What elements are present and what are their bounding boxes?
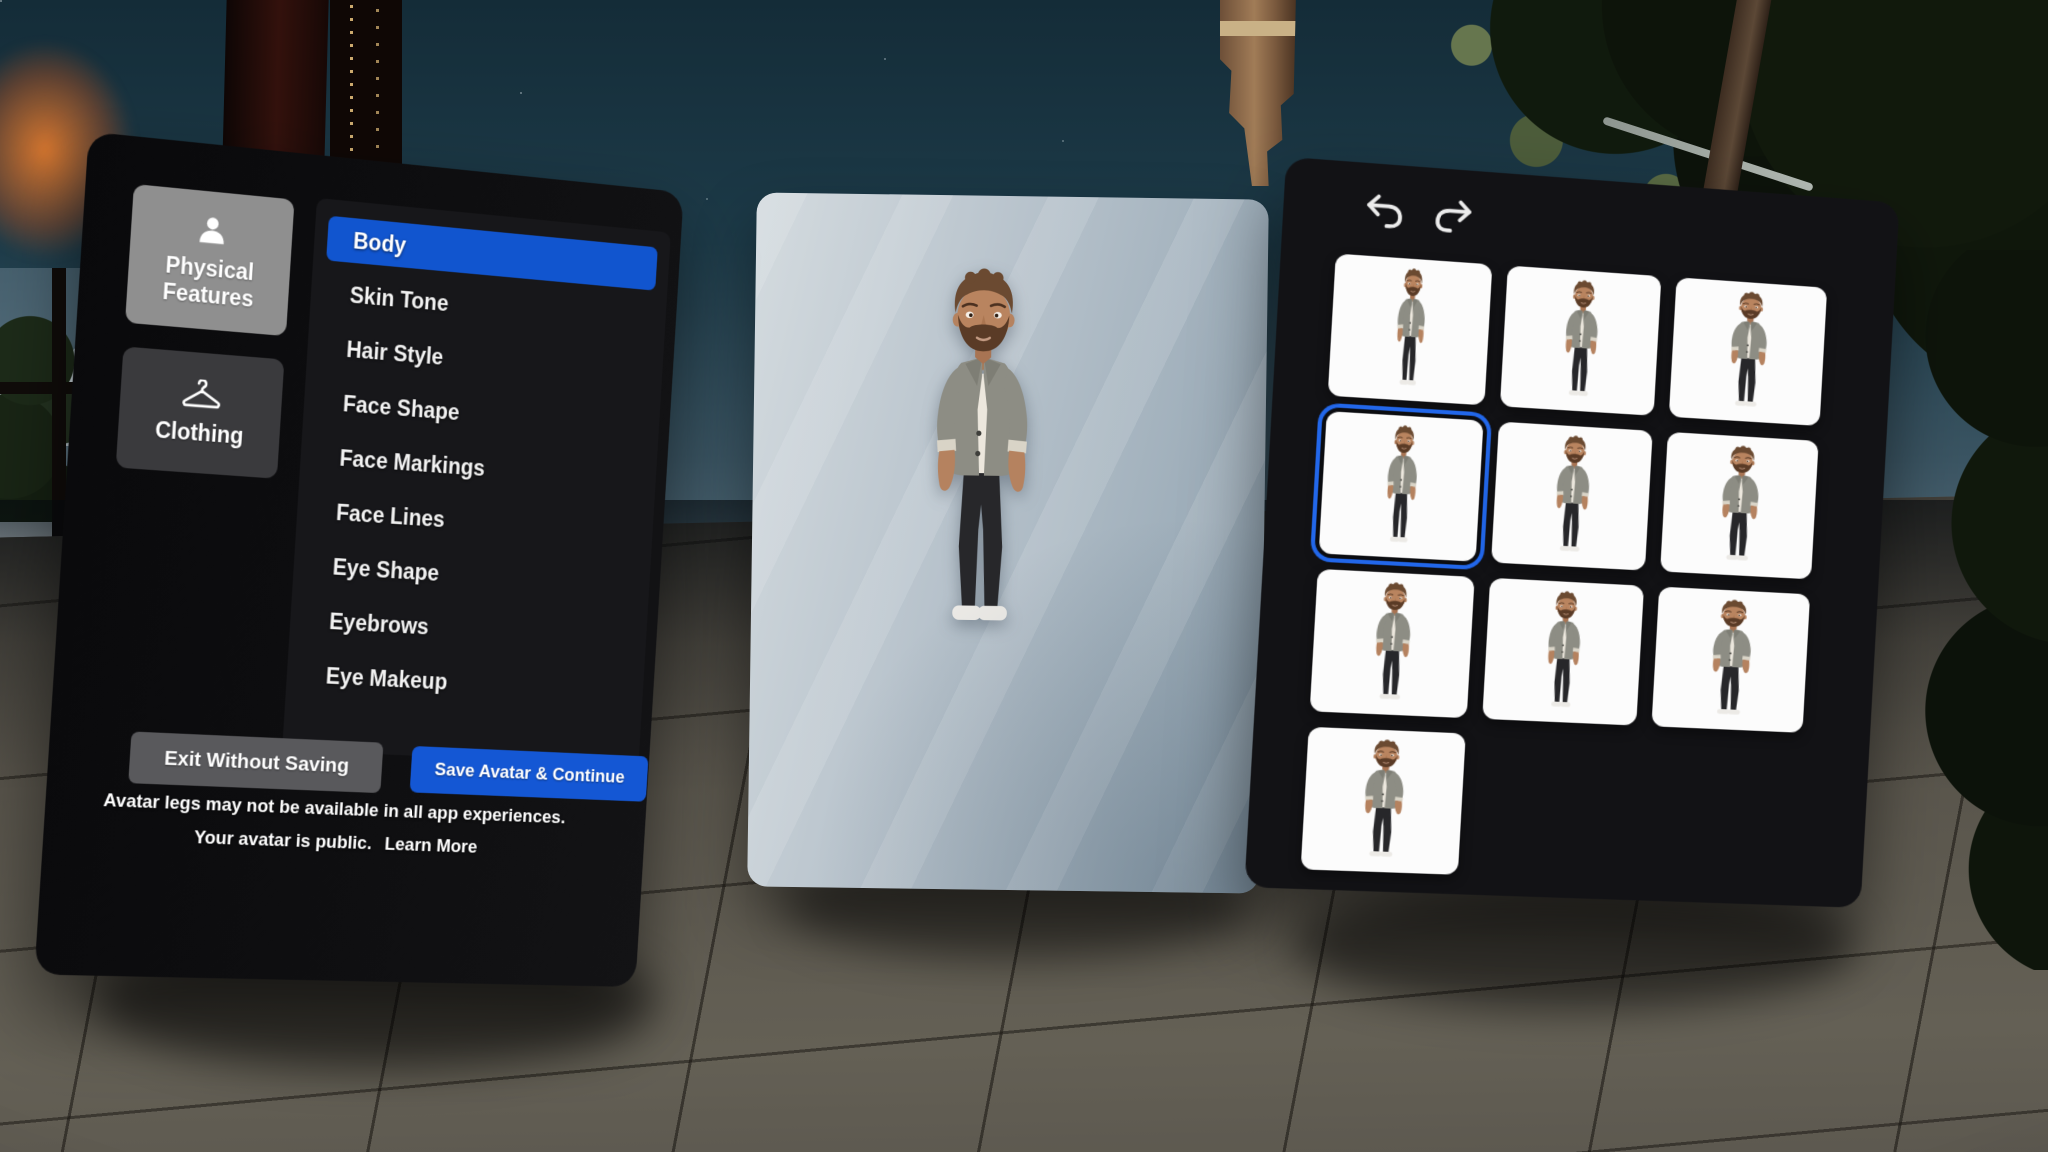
feature-menu: Body Skin Tone Hair Style Face Shape Fac… (282, 198, 671, 766)
body-option-thumbnail (1360, 581, 1425, 715)
body-option-thumbnail (1708, 444, 1770, 576)
body-option-thumbnail (1540, 434, 1603, 567)
body-option-thumbnail (1532, 590, 1595, 723)
menu-item-label: Eye Shape (332, 554, 440, 587)
avatar-figure (1550, 278, 1613, 404)
body-option-3[interactable] (1669, 277, 1827, 426)
stars (0, 0, 2, 2)
learn-more-link[interactable]: Learn More (384, 834, 478, 857)
body-option-thumbnail (1717, 290, 1779, 422)
body-options-grid (1245, 229, 1895, 889)
menu-item-label: Face Shape (342, 390, 460, 425)
redo-button[interactable] (1427, 192, 1480, 243)
avatar-preview-mirror (747, 192, 1269, 893)
tab-physical-features[interactable]: Physical Features (125, 184, 295, 336)
body-options-panel (1244, 157, 1899, 908)
body-option-thumbnail (1369, 423, 1433, 558)
undo-button[interactable] (1358, 187, 1411, 238)
vr-avatar-editor-scene: Physical Features Clothing Body Skin Ton… (0, 0, 2048, 1152)
tab-label: Physical Features (132, 249, 285, 314)
redo-icon (1432, 197, 1476, 236)
menu-item-label: Face Lines (335, 499, 445, 532)
avatar-figure (1532, 590, 1595, 715)
body-option-5[interactable] (1491, 422, 1653, 571)
body-option-thumbnail (1378, 266, 1442, 401)
avatar-figure (1700, 598, 1762, 722)
exit-without-saving-button[interactable]: Exit Without Saving (128, 731, 383, 793)
undo-icon (1363, 192, 1407, 231)
menu-item-label: Eyebrows (329, 608, 430, 640)
tab-clothing[interactable]: Clothing (116, 346, 285, 478)
avatar-figure (1351, 738, 1415, 864)
editor-categories-panel: Physical Features Clothing Body Skin Ton… (34, 132, 683, 987)
menu-item-label: Skin Tone (349, 282, 449, 317)
tab-label: Clothing (154, 417, 244, 450)
body-option-1[interactable] (1328, 254, 1493, 406)
avatar-preview (895, 266, 1069, 640)
hanger-icon (181, 378, 223, 413)
body-option-2[interactable] (1500, 266, 1661, 416)
avatar-figure (1369, 423, 1433, 549)
tree-foliage (1868, 250, 2048, 970)
menu-item-label: Body (353, 227, 407, 258)
menu-item-eyebrows[interactable]: Eyebrows (302, 597, 635, 660)
person-icon (195, 212, 229, 248)
avatar-figure (1709, 444, 1771, 568)
body-option-8[interactable] (1482, 578, 1644, 726)
body-option-9[interactable] (1651, 587, 1810, 733)
avatar-public-text: Your avatar is public. (193, 828, 372, 855)
save-avatar-continue-button[interactable]: Save Avatar & Continue (410, 746, 649, 802)
body-option-7[interactable] (1310, 569, 1475, 718)
menu-item-label: Eye Makeup (325, 663, 448, 695)
menu-item-eye-makeup[interactable]: Eye Makeup (299, 652, 632, 713)
menu-item-eye-shape[interactable]: Eye Shape (305, 543, 638, 608)
avatar-figure (1718, 290, 1780, 414)
menu-item-label: Hair Style (346, 336, 444, 370)
avatar-figure (895, 266, 1069, 640)
body-option-thumbnail (1549, 278, 1612, 412)
body-option-4[interactable] (1319, 411, 1484, 562)
category-tabs: Physical Features Clothing (116, 184, 295, 479)
avatar-figure (1541, 434, 1604, 559)
body-option-6[interactable] (1660, 432, 1819, 579)
body-option-thumbnail (1351, 738, 1416, 872)
menu-item-label: Face Markings (339, 445, 486, 482)
body-option-thumbnail (1700, 598, 1762, 730)
body-option-10[interactable] (1301, 727, 1466, 875)
avatar-figure (1360, 581, 1424, 707)
avatar-figure (1378, 266, 1442, 393)
